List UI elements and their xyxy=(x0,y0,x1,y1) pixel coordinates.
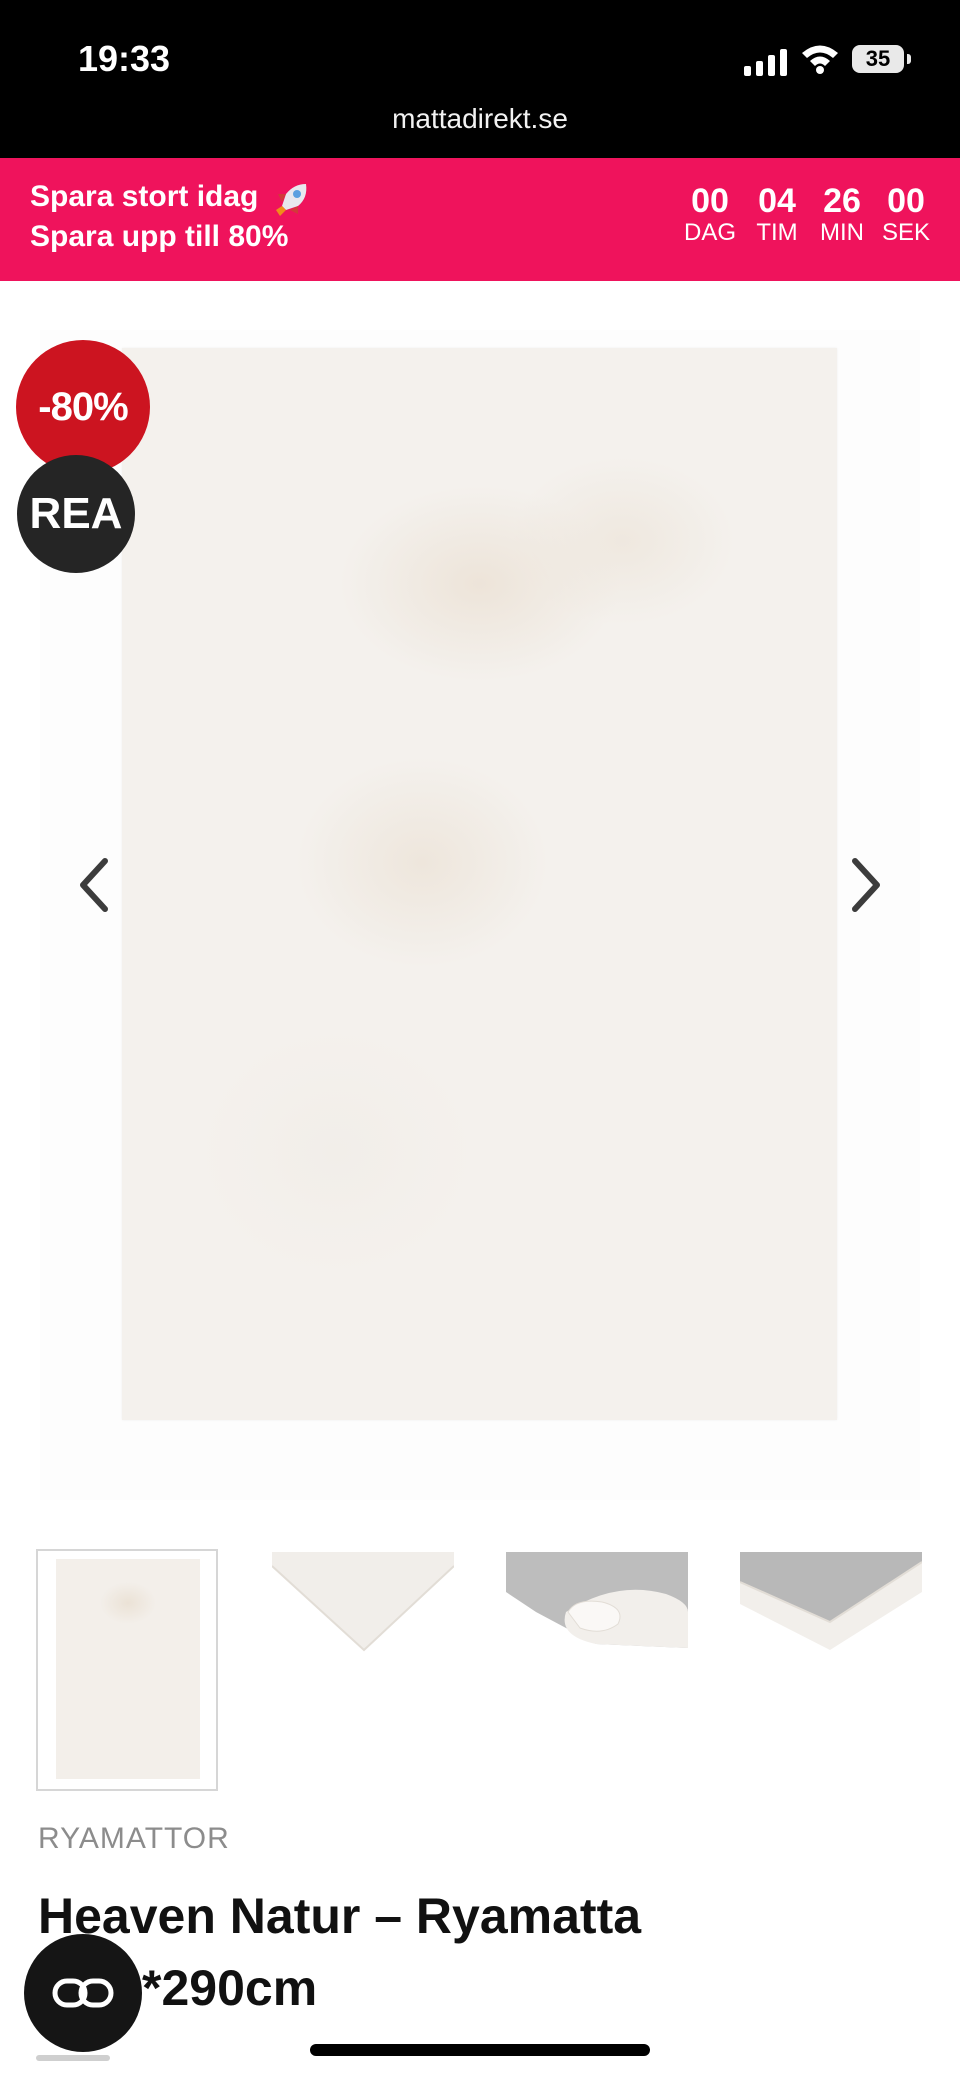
rocket-icon xyxy=(276,184,307,216)
wifi-icon xyxy=(802,45,838,74)
address-bar[interactable]: mattadirekt.se xyxy=(0,103,960,135)
chevron-right-icon xyxy=(852,858,880,912)
status-bar: 19:33 35 mattadirekt.se xyxy=(0,0,960,158)
product-category[interactable]: RYAMATTOR xyxy=(38,1822,230,1856)
product-title: Heaven Natur – Ryamatta *290cm xyxy=(38,1880,918,2024)
rug-corner-image xyxy=(271,1552,455,1652)
countdown-minutes: 26 MIN xyxy=(820,182,864,246)
product-title-line2: *290cm xyxy=(142,1960,318,2016)
thumbnail-2[interactable] xyxy=(271,1552,455,1652)
thumbnail-4[interactable] xyxy=(739,1552,923,1652)
chevron-left-icon xyxy=(80,858,108,912)
sale-badge: REA xyxy=(17,455,135,573)
link-icon xyxy=(52,1978,114,2008)
gallery-prev-button[interactable] xyxy=(64,850,124,920)
battery-icon: 35 xyxy=(852,45,911,73)
signal-icon xyxy=(744,48,787,76)
promo-headline: Spara stort idag xyxy=(30,180,259,213)
promo-subline: Spara upp till 80% xyxy=(30,220,289,253)
countdown-hours: 04 TIM xyxy=(756,182,798,246)
thumbnail-1-selected[interactable] xyxy=(36,1549,218,1791)
countdown-seconds: 00 SEK xyxy=(881,182,931,246)
rug-folded-image xyxy=(739,1552,923,1652)
countdown-days: 00 DAG xyxy=(683,182,736,246)
discount-badge: -80% xyxy=(16,340,150,474)
gallery-next-button[interactable] xyxy=(836,850,896,920)
thumbnail-3[interactable] xyxy=(506,1552,688,1652)
floating-chat-button[interactable] xyxy=(24,1934,142,2052)
product-image[interactable] xyxy=(122,348,837,1420)
clock: 19:33 xyxy=(78,38,171,79)
promo-banner: Spara stort idag Spara upp till 80% 00 D… xyxy=(0,158,960,281)
rug-rolled-image xyxy=(506,1552,688,1652)
divider xyxy=(36,2055,110,2061)
home-indicator[interactable] xyxy=(310,2044,650,2056)
thumbnail-image xyxy=(56,1559,200,1779)
product-title-line1: Heaven Natur – Ryamatta xyxy=(38,1888,642,1944)
